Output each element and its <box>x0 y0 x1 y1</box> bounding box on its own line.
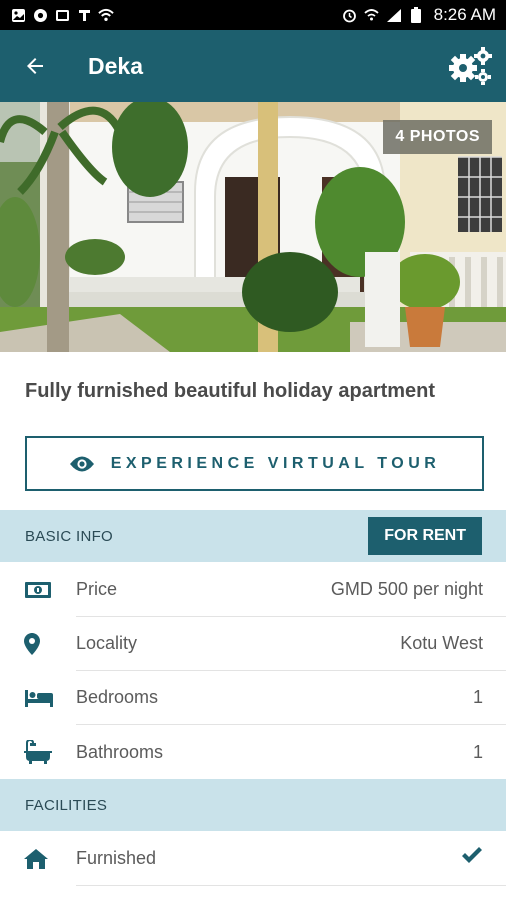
status-time: 8:26 AM <box>433 5 496 24</box>
text-icon <box>76 7 92 23</box>
info-row-bedrooms: Bedrooms 1 <box>0 671 506 725</box>
gallery-icon <box>54 7 70 23</box>
location-pin-icon <box>0 633 76 655</box>
virtual-tour-label: EXPERIENCE VIRTUAL TOUR <box>110 454 441 472</box>
info-label: Locality <box>76 633 138 653</box>
listing-photo[interactable]: 4 PHOTOS <box>0 102 506 352</box>
page-title: Deka <box>88 52 143 79</box>
photo-icon <box>10 7 26 23</box>
notification-icons <box>10 7 114 23</box>
facility-label: Furnished <box>76 848 157 868</box>
info-row-price: Price GMD 500 per night <box>0 563 506 617</box>
for-rent-badge: FOR RENT <box>368 517 482 555</box>
chrome-icon <box>32 7 48 23</box>
app-bar: Deka <box>0 30 506 102</box>
eye-icon <box>69 456 94 471</box>
info-value: GMD 500 per night <box>330 579 483 599</box>
back-button[interactable] <box>0 30 70 102</box>
arrow-left-icon <box>27 58 43 74</box>
info-value: Kotu West <box>400 633 483 653</box>
check-icon <box>461 847 483 870</box>
info-label: Price <box>76 579 118 599</box>
status-bar: 8:26 AM <box>0 0 506 30</box>
home-icon <box>0 849 76 869</box>
photo-count-badge[interactable]: 4 PHOTOS <box>383 120 492 154</box>
info-value: 1 <box>472 741 483 762</box>
facilities-title: FACILITIES <box>25 796 108 814</box>
info-row-bathrooms: Bathrooms 1 <box>0 725 506 779</box>
facilities-header: FACILITIES <box>0 779 506 831</box>
listing-title: Fully furnished beautiful holiday apartm… <box>25 380 436 402</box>
system-icons: 8:26 AM <box>342 5 496 25</box>
money-icon <box>0 580 76 600</box>
basic-info-header: BASIC INFO FOR RENT <box>0 510 506 562</box>
signal-icon <box>386 7 402 23</box>
battery-icon <box>408 7 424 23</box>
facility-row-furnished: Furnished <box>0 832 506 886</box>
virtual-tour-button[interactable]: EXPERIENCE VIRTUAL TOUR <box>25 436 484 491</box>
settings-button[interactable] <box>434 30 506 102</box>
bed-icon <box>0 688 76 708</box>
wifi-calling-icon <box>364 7 380 23</box>
basic-info-title: BASIC INFO <box>25 527 114 545</box>
alarm-icon <box>342 7 358 23</box>
gears-icon <box>449 47 492 85</box>
info-value: 1 <box>472 687 483 707</box>
info-label: Bedrooms <box>76 687 159 707</box>
bathtub-icon <box>0 740 76 764</box>
wifi-icon <box>98 7 114 23</box>
info-row-locality: Locality Kotu West <box>0 617 506 671</box>
info-label: Bathrooms <box>76 741 164 762</box>
